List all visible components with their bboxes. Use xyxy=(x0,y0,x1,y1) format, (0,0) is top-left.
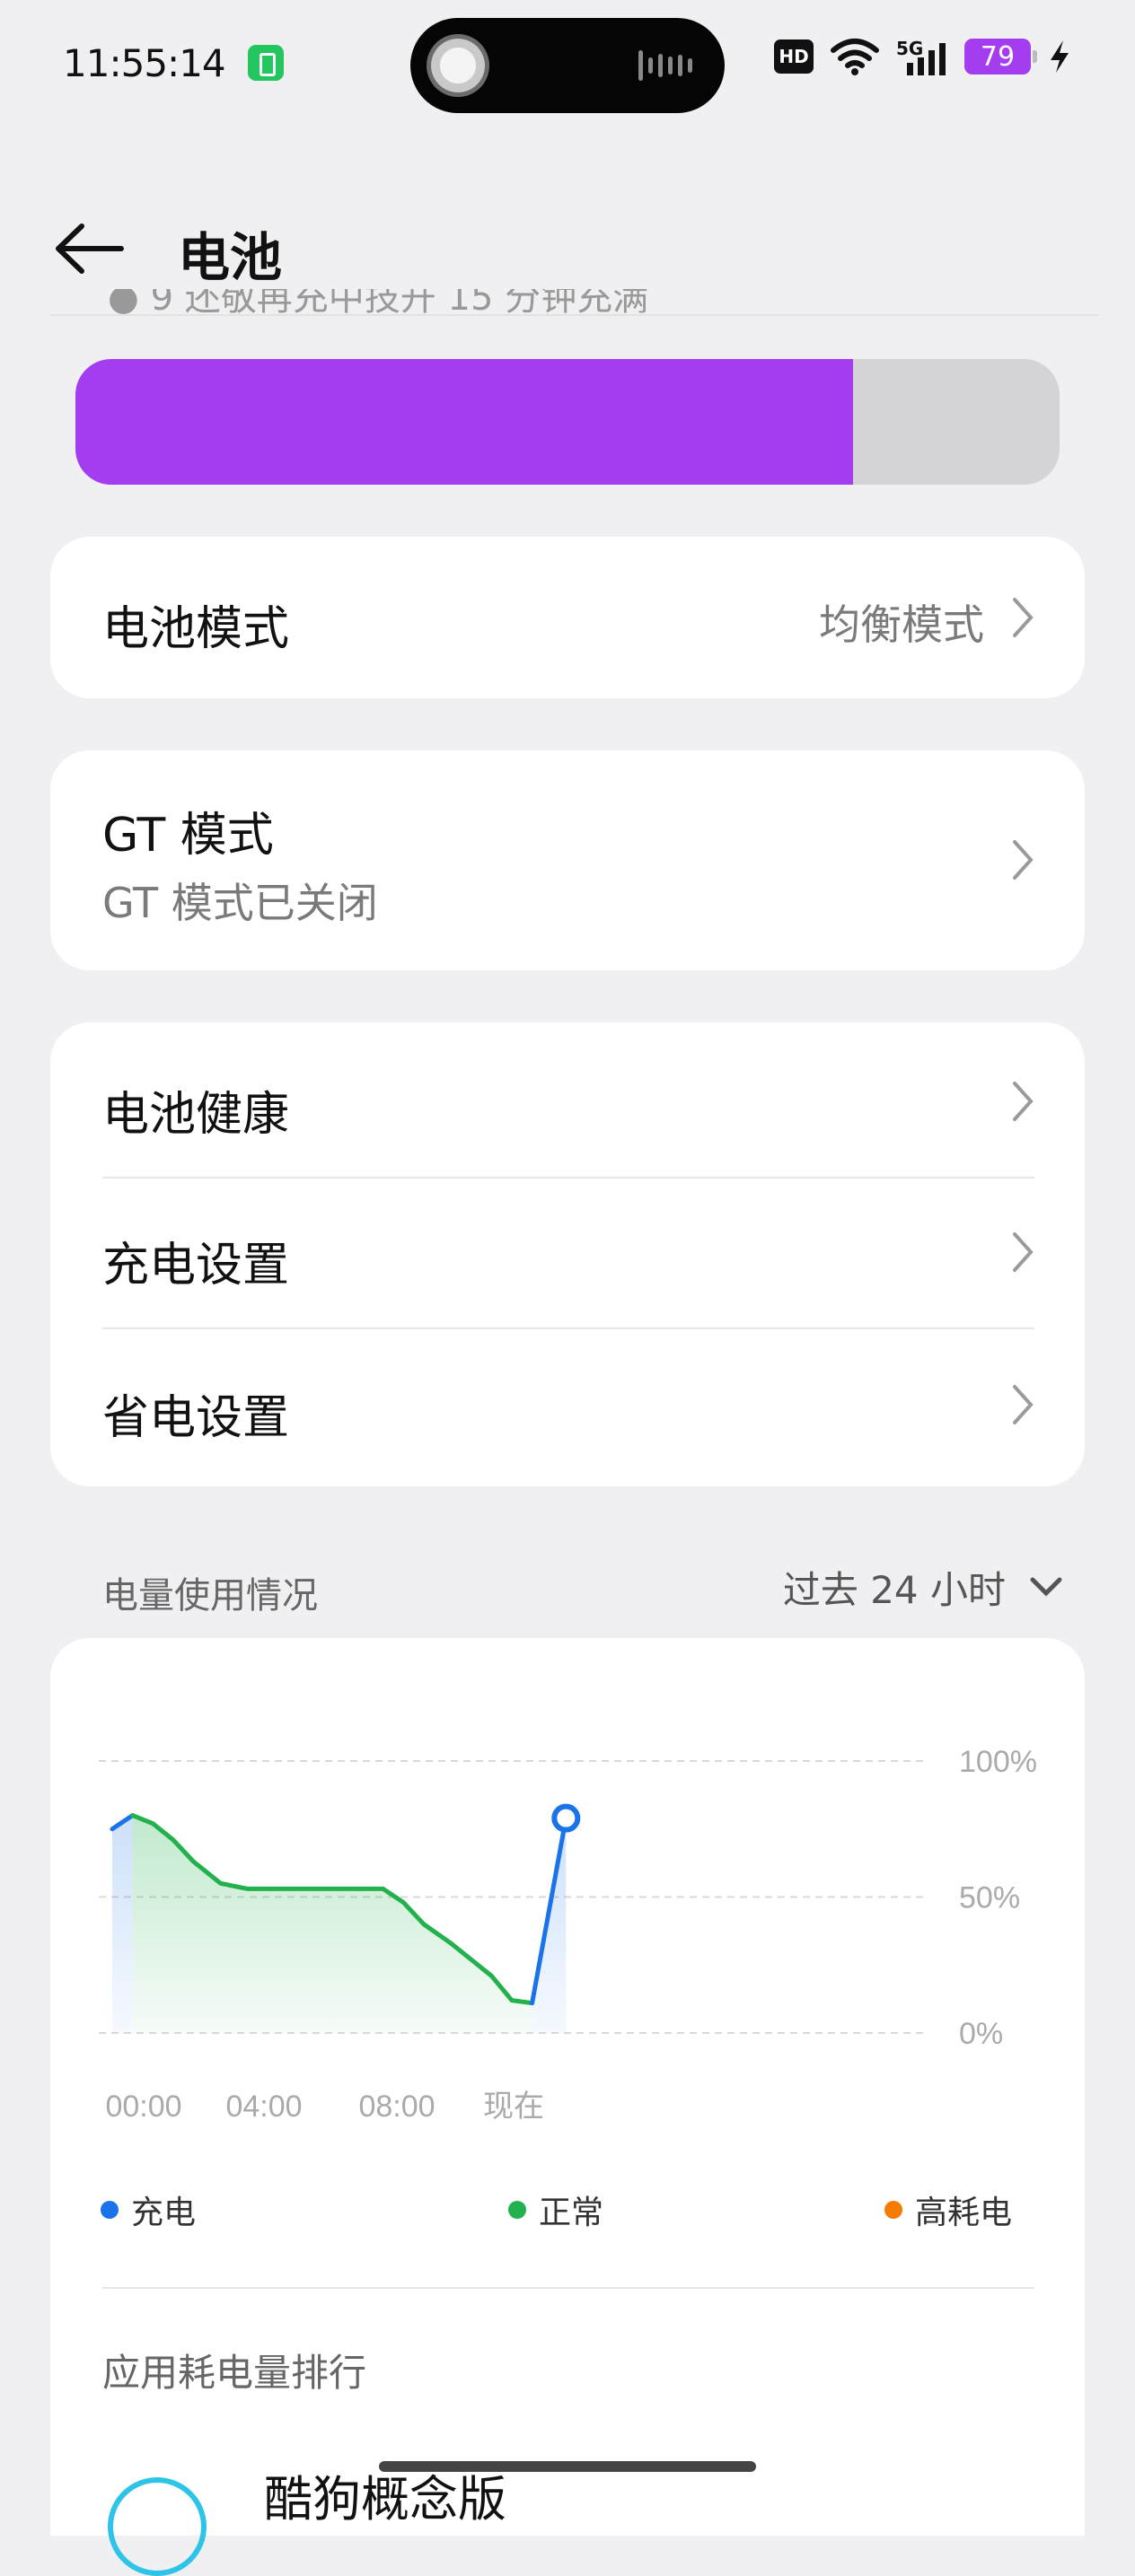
legend-label: 正常 xyxy=(539,2195,604,2231)
signal-5g-icon: 5G xyxy=(896,38,948,75)
legend-dot xyxy=(508,2201,526,2219)
battery-mode-card[interactable]: 电池模式 均衡模式 xyxy=(50,537,1085,698)
status-icons: HD 5G 79 xyxy=(774,38,1072,75)
gt-mode-card[interactable]: GT 模式 GT 模式已关闭 xyxy=(50,750,1085,970)
battery-level-fill xyxy=(75,359,853,485)
legend-label: 充电 xyxy=(131,2195,197,2231)
current-level-marker xyxy=(551,1803,581,1833)
settings-item-label: 充电设置 xyxy=(102,1239,290,1292)
hd-icon: HD xyxy=(774,39,814,74)
gt-mode-label: GT 模式 xyxy=(102,809,274,863)
legend-item-normal: 正常 xyxy=(508,2186,603,2233)
time-range-value: 过去 24 小时 xyxy=(782,1567,1006,1612)
charging-bolt-icon xyxy=(1051,40,1069,73)
settings-item-label: 省电设置 xyxy=(102,1391,290,1445)
x-tick-label: 现在 xyxy=(483,2090,544,2124)
x-tick-label: 00:00 xyxy=(105,2090,181,2124)
y-tick-label: 100% xyxy=(959,1745,1037,1779)
series-area xyxy=(132,1815,532,2033)
dynamic-island[interactable] xyxy=(410,18,725,113)
charging-status-text: ● 9 还敬再充中技开 15 分钟充满 xyxy=(108,289,649,316)
legend-item-high-drain: 高耗电 xyxy=(884,2186,1012,2233)
y-tick-label: 50% xyxy=(959,1881,1020,1915)
time-range-select[interactable]: 过去 24 小时 xyxy=(783,1562,1063,1612)
usage-section-title: 电量使用情况 xyxy=(102,1575,318,1617)
app-icon[interactable] xyxy=(108,2477,207,2576)
battery-app-icon xyxy=(248,45,284,81)
music-cover-icon xyxy=(427,34,489,97)
x-tick-label: 08:00 xyxy=(358,2090,435,2124)
chevron-right-icon xyxy=(1013,1232,1034,1272)
x-tick-label: 04:00 xyxy=(225,2090,302,2124)
legend-dot xyxy=(101,2201,119,2219)
back-button[interactable] xyxy=(49,208,130,289)
legend-item-charging: 充电 xyxy=(101,2186,196,2233)
home-indicator[interactable] xyxy=(379,2461,756,2472)
app-ranking-title: 应用耗电量排行 xyxy=(102,2351,367,2395)
settings-card: 电池健康 充电设置 省电设置 xyxy=(50,1022,1085,1486)
battery-usage-chart: 100% 50% 0% 00:00 04:00 08:00 现在 xyxy=(99,1745,1037,2124)
legend-dot xyxy=(884,2201,902,2219)
settings-item-label: 电池健康 xyxy=(102,1088,290,1142)
chevron-right-icon xyxy=(1013,1385,1034,1424)
header-divider xyxy=(50,314,1099,316)
chevron-right-icon xyxy=(1013,1082,1034,1121)
y-tick-label: 0% xyxy=(959,2017,1003,2051)
legend-label: 高耗电 xyxy=(915,2195,1013,2231)
chevron-right-icon xyxy=(1013,840,1034,880)
page-title: 电池 xyxy=(178,227,283,288)
series-area xyxy=(112,1815,133,2033)
audio-wave-icon xyxy=(638,50,692,81)
chevron-right-icon xyxy=(1013,598,1034,637)
settings-item-charging[interactable]: 充电设置 xyxy=(50,1178,1085,1327)
settings-item-power-saving[interactable]: 省电设置 xyxy=(50,1329,1085,1486)
status-time: 11:55:14 xyxy=(63,41,226,85)
divider xyxy=(102,2287,1034,2289)
wifi-icon xyxy=(831,39,879,75)
battery-status-icon: 79 xyxy=(964,39,1037,74)
status-bar: 11:55:14 HD 5G 79 xyxy=(0,0,1135,135)
battery-level-bar xyxy=(75,359,1060,485)
chevron-down-icon xyxy=(1030,1577,1062,1597)
gt-mode-status: GT 模式已关闭 xyxy=(102,879,378,927)
header: 电池 xyxy=(0,135,1135,314)
battery-mode-label: 电池模式 xyxy=(102,602,290,656)
battery-mode-value: 均衡模式 xyxy=(819,600,984,649)
settings-item-battery-health[interactable]: 电池健康 xyxy=(50,1022,1085,1177)
